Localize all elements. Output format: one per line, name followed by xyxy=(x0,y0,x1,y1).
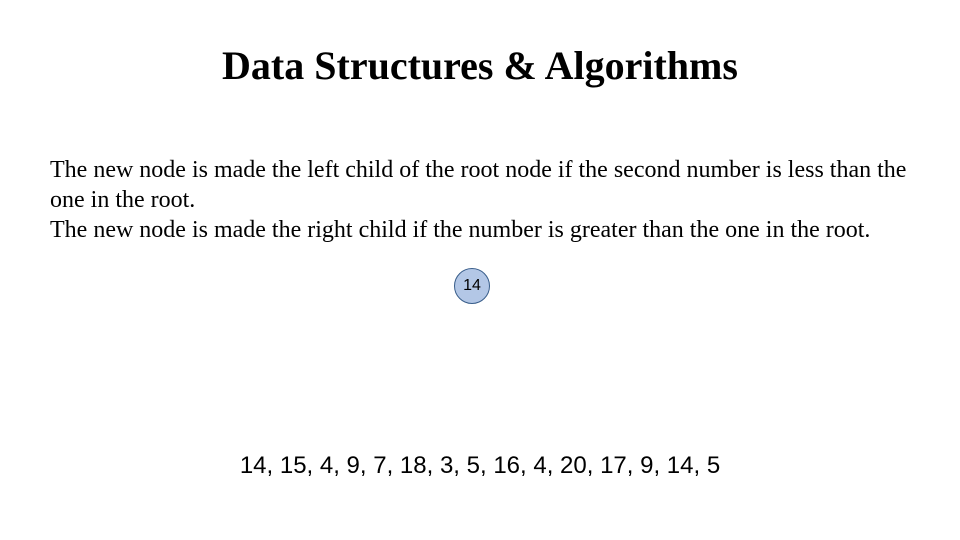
slide-body: The new node is made the left child of t… xyxy=(50,155,910,245)
number-sequence: 14, 15, 4, 9, 7, 18, 3, 5, 16, 4, 20, 17… xyxy=(0,452,960,480)
slide-title: Data Structures & Algorithms xyxy=(0,42,960,89)
slide: Data Structures & Algorithms The new nod… xyxy=(0,0,960,540)
tree-root-value: 14 xyxy=(463,277,481,295)
body-line-2: The new node is made the right child if … xyxy=(50,217,870,243)
tree-root-node: 14 xyxy=(454,268,490,304)
body-line-1: The new node is made the left child of t… xyxy=(50,157,906,213)
